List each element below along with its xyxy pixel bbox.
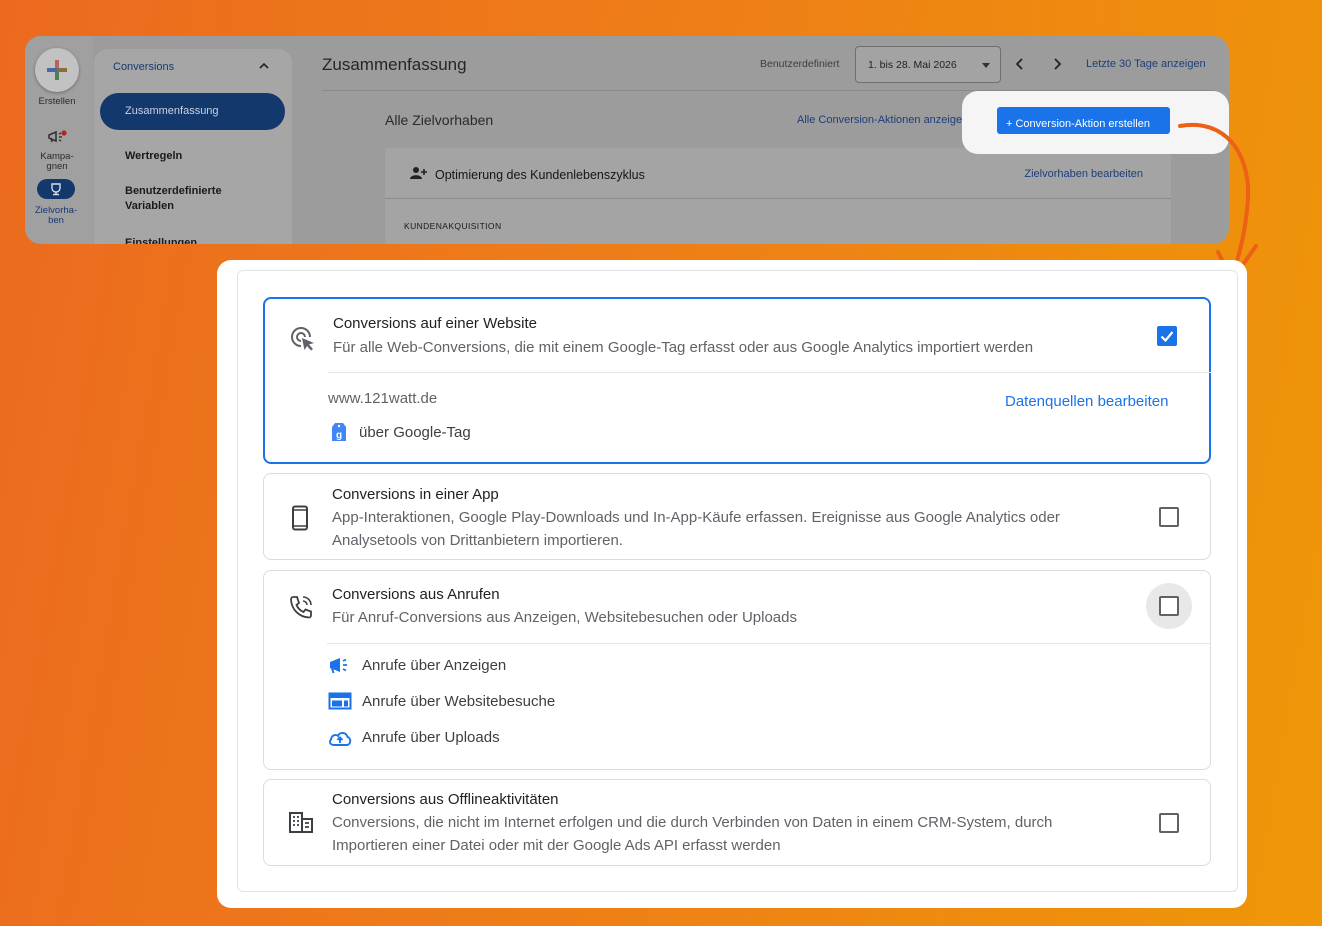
app-conversions-option[interactable]: Conversions in einer App App-Interaktion…	[263, 473, 1211, 560]
create-conversion-action-button[interactable]: + Conversion-Aktion erstellen	[997, 107, 1170, 134]
chevron-right-icon[interactable]	[1051, 57, 1063, 71]
chevron-up-icon[interactable]	[258, 61, 270, 71]
website-option-desc: Für alle Web-Conversions, die mit einem …	[333, 339, 1034, 356]
add-person-icon	[410, 167, 427, 179]
goals-title: Alle Zielvorhaben	[385, 112, 494, 128]
calls-option-desc: Für Anruf-Conversions aus Anzeigen, Webs…	[332, 609, 797, 626]
goal-card: Optimierung des Kundenlebenszyklus Zielv…	[385, 148, 1171, 244]
megaphone-ads-icon	[330, 658, 347, 674]
highlight-bleed	[796, 91, 962, 154]
create-button[interactable]	[35, 48, 79, 92]
cloud-upload-icon	[329, 731, 352, 746]
last-30-days-link[interactable]: Letzte 30 Tage anzeigen	[1086, 58, 1206, 70]
campaigns-label[interactable]: Kampa- gnen	[26, 152, 88, 172]
offline-option-desc: Conversions, die nicht im Internet erfol…	[332, 814, 1053, 854]
offline-conversions-option[interactable]: Conversions aus Offlineaktivitäten Conve…	[263, 779, 1211, 866]
date-range-label: Benutzerdefiniert	[760, 58, 840, 70]
app-option-checkbox[interactable]	[1159, 507, 1179, 527]
app-option-title: Conversions in einer App	[332, 486, 499, 503]
web-page-icon	[328, 692, 352, 710]
website-conversions-option[interactable]: Conversions auf einer Website Für alle W…	[263, 297, 1211, 464]
website-option-title: Conversions auf einer Website	[333, 315, 537, 332]
nav-item-custom-variables[interactable]: Benutzerdefinierte Variablen	[125, 184, 245, 214]
edit-goals-link[interactable]: Zielvorhaben bearbeiten	[1024, 168, 1143, 180]
phone-in-talk-icon	[290, 596, 312, 619]
website-option-checkbox[interactable]	[1157, 326, 1177, 346]
nav-section-conversions[interactable]: Conversions	[113, 61, 174, 73]
app-option-desc: App-Interaktionen, Google Play-Downloads…	[332, 509, 1060, 549]
left-rail: Erstellen Kampa- gnen Zielvorha- ben	[25, 36, 93, 244]
goals-nav-item[interactable]	[37, 179, 75, 199]
date-range-value: 1. bis 28. Mai 2026	[868, 59, 957, 71]
calls-option-checkbox[interactable]	[1159, 596, 1179, 616]
offline-option-checkbox[interactable]	[1159, 813, 1179, 833]
offline-option-title: Conversions aus Offlineaktivitäten	[332, 791, 559, 808]
calls-via-website: Anrufe über Websitebesuche	[362, 693, 556, 710]
megaphone-icon	[48, 130, 67, 143]
dropdown-caret-icon	[982, 63, 990, 68]
nav-item-summary[interactable]: Zusammenfassung	[100, 93, 285, 130]
conversions-nav: Conversions Zusammenfassung Wertregeln B…	[94, 49, 292, 244]
google-tag-icon: g	[332, 423, 346, 441]
date-range-select[interactable]: 1. bis 28. Mai 2026	[855, 46, 1001, 83]
goal-card-section: KUNDENAKQUISITION	[404, 221, 502, 231]
website-domain: www.121watt.de	[328, 390, 438, 407]
nav-item-value-rules[interactable]: Wertregeln	[125, 149, 182, 164]
calls-via-uploads: Anrufe über Uploads	[362, 729, 500, 746]
calls-option-divider	[327, 643, 1210, 644]
create-label: Erstellen	[38, 96, 76, 107]
calls-via-ads: Anrufe über Anzeigen	[362, 657, 507, 674]
goal-card-title: Optimierung des Kundenlebenszyklus	[435, 168, 645, 182]
nav-item-settings[interactable]: Einstellungen	[125, 236, 197, 244]
google-tag-source: über Google-Tag	[359, 424, 471, 441]
trophy-icon	[51, 183, 61, 196]
goal-card-divider	[385, 198, 1171, 199]
smartphone-icon	[292, 505, 308, 531]
edit-data-sources-link[interactable]: Datenquellen bearbeiten	[1005, 393, 1168, 410]
website-option-divider	[328, 372, 1211, 373]
call-conversions-option[interactable]: Conversions aus Anrufen Für Anruf-Conver…	[263, 570, 1211, 770]
chevron-left-icon[interactable]	[1014, 57, 1026, 71]
building-icon	[289, 812, 313, 833]
calls-option-title: Conversions aus Anrufen	[332, 586, 500, 603]
checkmark-icon	[1160, 331, 1174, 343]
page-title: Zusammenfassung	[322, 55, 467, 74]
goals-label[interactable]: Zielvorha- ben	[25, 206, 87, 226]
cursor-click-icon	[291, 327, 314, 351]
plus-icon	[47, 60, 67, 80]
svg-text:g: g	[336, 430, 342, 441]
